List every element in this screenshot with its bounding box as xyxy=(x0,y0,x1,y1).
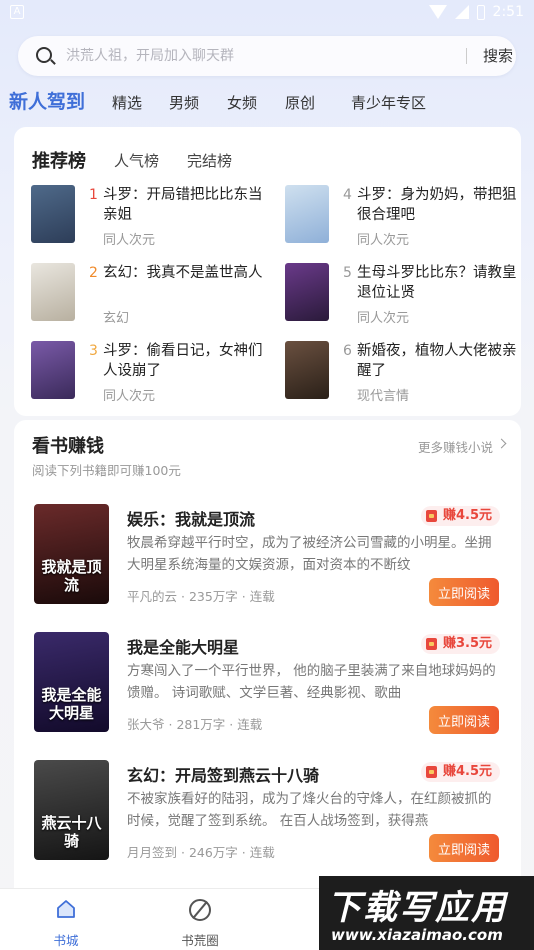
rank-category: 同人次元 xyxy=(103,389,156,404)
tab-original[interactable]: 原创 xyxy=(285,92,315,113)
rank-item[interactable]: 2 玄幻：我真不是盖世高人 玄幻 xyxy=(31,263,271,326)
cover-title: 我是全能大明星 xyxy=(41,686,102,722)
tab-recommend[interactable]: 推荐榜 xyxy=(32,147,86,173)
book-cover[interactable]: 我是全能大明星 xyxy=(34,632,109,732)
tab-completed[interactable]: 完结榜 xyxy=(187,150,232,171)
rank-category: 同人次元 xyxy=(103,233,156,248)
category-tabs: 新人驾到 精选 男频 女频 原创 青少年专区 xyxy=(0,86,534,116)
more-earn-link[interactable]: 更多赚钱小说 xyxy=(418,437,493,456)
rank-card: 推荐榜 人气榜 完结榜 1 斗罗：开局错把比比东当亲姐 同人次元 2 玄幻：我真… xyxy=(14,127,521,416)
tab-featured[interactable]: 精选 xyxy=(112,92,142,113)
search-icon xyxy=(36,47,52,63)
book-description: 方寒闯入了一个平行世界， 他的脑子里装满了来自地球妈妈的馈赠。 诗词歌赋、文学巨… xyxy=(127,663,496,701)
rank-number: 2 xyxy=(89,265,98,281)
book-cover[interactable] xyxy=(285,185,329,243)
rank-item[interactable]: 3 斗罗：偷看日记，女神们人设崩了 同人次元 xyxy=(31,341,271,404)
signal-icon xyxy=(454,5,469,19)
read-now-button[interactable]: 立即阅读 xyxy=(429,578,499,606)
search-input[interactable] xyxy=(66,46,446,66)
book-item[interactable]: 我就是顶流 娱乐：我就是顶流 赚4.5元 牧晨希穿越平行时空，成为了被经济公司雪… xyxy=(14,504,521,614)
book-meta: 张大爷 · 281万字 · 连载 xyxy=(127,717,263,732)
watermark-url: www.xiazaimao.com xyxy=(331,926,503,944)
book-title[interactable]: 娱乐：我就是顶流 xyxy=(127,506,255,530)
book-title[interactable]: 玄幻：开局签到燕云十八骑 xyxy=(127,762,319,786)
section-subtitle: 阅读下列书籍即可赚100元 xyxy=(32,463,181,478)
earn-money-card: 看书赚钱 阅读下列书籍即可赚100元 更多赚钱小说 我就是顶流 娱乐：我就是顶流… xyxy=(14,420,521,900)
tab-male[interactable]: 男频 xyxy=(169,92,199,113)
rank-title[interactable]: 斗罗：偷看日记，女神们人设崩了 xyxy=(103,341,271,381)
rank-title[interactable]: 生母斗罗比比东？请教皇退位让贤 xyxy=(357,263,525,303)
battery-icon xyxy=(476,4,485,20)
rank-category: 同人次元 xyxy=(357,233,410,248)
rank-item[interactable]: 5 生母斗罗比比东？请教皇退位让贤 同人次元 xyxy=(285,263,525,326)
reward-badge: 赚4.5元 xyxy=(420,506,500,526)
tab-youth[interactable]: 青少年专区 xyxy=(351,92,426,113)
rank-number: 4 xyxy=(343,187,352,203)
tab-popular[interactable]: 人气榜 xyxy=(114,150,159,171)
status-icons: 2:51 xyxy=(428,4,524,20)
reward-badge: 赚3.5元 xyxy=(420,634,500,654)
book-cover[interactable]: 燕云十八骑 xyxy=(34,760,109,860)
rank-category: 同人次元 xyxy=(357,311,410,326)
rank-category: 玄幻 xyxy=(103,311,130,326)
red-packet-icon xyxy=(425,638,437,650)
book-cover[interactable]: 我就是顶流 xyxy=(34,504,109,604)
cover-title: 燕云十八骑 xyxy=(41,814,102,850)
cover-title: 我就是顶流 xyxy=(41,558,102,594)
chevron-right-icon xyxy=(496,438,507,449)
rank-title[interactable]: 斗罗：开局错把比比东当亲姐 xyxy=(103,185,271,225)
tab-female[interactable]: 女频 xyxy=(227,92,257,113)
tab-newcomer[interactable]: 新人驾到 xyxy=(9,87,85,114)
section-title: 看书赚钱 xyxy=(32,436,104,457)
book-title[interactable]: 我是全能大明星 xyxy=(127,634,239,658)
book-cover[interactable] xyxy=(31,185,75,243)
rank-item[interactable]: 1 斗罗：开局错把比比东当亲姐 同人次元 xyxy=(31,185,271,248)
read-now-button[interactable]: 立即阅读 xyxy=(429,706,499,734)
red-packet-icon xyxy=(425,766,437,778)
compass-icon xyxy=(189,899,211,921)
book-meta: 月月签到 · 246万字 · 连载 xyxy=(127,845,275,860)
book-cover[interactable] xyxy=(31,341,75,399)
rank-item[interactable]: 6 新婚夜，植物人大佬被亲醒了 现代言情 xyxy=(285,341,525,404)
rank-title[interactable]: 玄幻：我真不是盖世高人 xyxy=(103,263,271,283)
rank-number: 3 xyxy=(89,343,98,359)
read-now-button[interactable]: 立即阅读 xyxy=(429,834,499,862)
search-bar[interactable]: 搜索 xyxy=(18,36,516,76)
reward-badge: 赚4.5元 xyxy=(420,762,500,782)
wifi-icon xyxy=(428,5,447,19)
rank-number: 1 xyxy=(89,187,98,203)
rank-category: 现代言情 xyxy=(357,389,410,404)
rank-number: 6 xyxy=(343,343,352,359)
book-meta: 平凡的云 · 235万字 · 连载 xyxy=(127,589,275,604)
rank-item[interactable]: 4 斗罗：身为奶妈，带把狙很合理吧 同人次元 xyxy=(285,185,525,248)
book-description: 不被家族看好的陆羽，成为了烽火台的守烽人，在红颜被抓的时候，觉醒了签到系统。 在… xyxy=(127,791,492,829)
app-notification-icon: A xyxy=(10,5,24,19)
rank-number: 5 xyxy=(343,265,352,281)
watermark: 下载写应用 www.xiazaimao.com xyxy=(319,876,534,950)
watermark-text: 下载写应用 xyxy=(327,888,507,928)
book-item[interactable]: 我是全能大明星 我是全能大明星 赚3.5元 方寒闯入了一个平行世界， 他的脑子里… xyxy=(14,632,521,742)
nav-label: 书城 xyxy=(53,933,79,948)
rank-title[interactable]: 新婚夜，植物人大佬被亲醒了 xyxy=(357,341,525,381)
status-bar: A 2:51 xyxy=(0,0,534,28)
search-divider xyxy=(466,48,467,64)
search-button[interactable]: 搜索 xyxy=(478,45,518,66)
nav-label: 书荒圈 xyxy=(181,933,219,948)
book-cover[interactable] xyxy=(31,263,75,321)
red-packet-icon xyxy=(425,510,437,522)
book-description: 牧晨希穿越平行时空，成为了被经济公司雪藏的小明星。坐拥大明星系统海量的文娱资源，… xyxy=(127,535,492,573)
rank-title[interactable]: 斗罗：身为奶妈，带把狙很合理吧 xyxy=(357,185,525,225)
book-cover[interactable] xyxy=(285,263,329,321)
status-time: 2:51 xyxy=(492,4,524,20)
book-cover[interactable] xyxy=(285,341,329,399)
book-item[interactable]: 燕云十八骑 玄幻：开局签到燕云十八骑 赚4.5元 不被家族看好的陆羽，成为了烽火… xyxy=(14,760,521,870)
home-icon xyxy=(57,900,75,918)
